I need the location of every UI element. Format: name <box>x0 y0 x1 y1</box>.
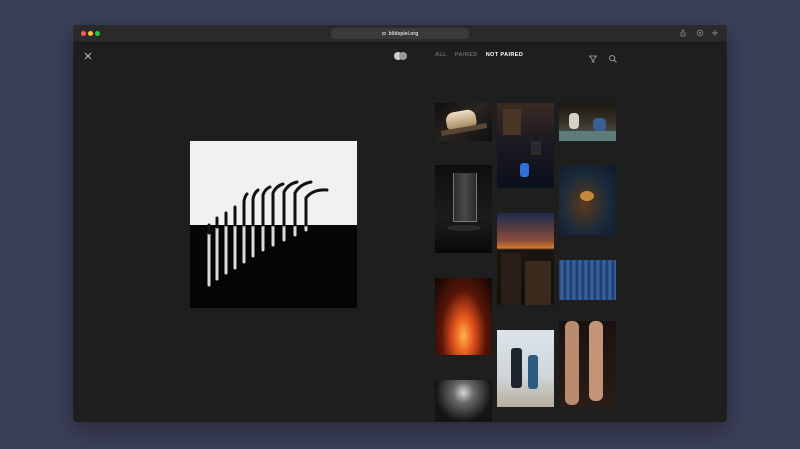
maximize-window-button[interactable] <box>95 31 100 36</box>
minimize-window-button[interactable] <box>88 31 93 36</box>
extensions-icon[interactable] <box>696 29 704 37</box>
app-header: ALL PAIRED NOT PAIRED <box>73 43 727 71</box>
tab-not-paired[interactable]: NOT PAIRED <box>486 52 524 58</box>
thumb-two-people-beach[interactable] <box>497 330 554 407</box>
tab-all[interactable]: ALL <box>435 52 447 58</box>
address-bar-url: bildspiel.org <box>388 30 419 37</box>
filter-icon[interactable] <box>588 51 598 63</box>
thumb-children-reading[interactable] <box>559 103 616 141</box>
browser-window: bildspiel.org ALL PAIRED NOT PAIRED <box>73 25 727 422</box>
thumb-tattooed-legs[interactable] <box>559 321 616 407</box>
thumb-crab-in-water[interactable] <box>559 165 616 235</box>
thumb-fire-sparks[interactable] <box>435 278 492 355</box>
thumb-night-street-blue-figure[interactable] <box>497 103 554 188</box>
tab-paired[interactable]: PAIRED <box>455 52 478 58</box>
selected-photo-matches[interactable] <box>190 141 357 308</box>
thumb-bread-on-board[interactable] <box>435 103 492 141</box>
browser-titlebar: bildspiel.org <box>73 25 727 43</box>
share-icon[interactable] <box>679 29 687 37</box>
search-icon[interactable] <box>608 51 618 63</box>
logo-icon <box>394 52 407 60</box>
close-window-button[interactable] <box>81 31 86 36</box>
close-icon[interactable] <box>83 51 93 61</box>
plus-icon[interactable] <box>711 29 719 37</box>
thumb-light-window[interactable] <box>435 380 492 422</box>
lock-icon <box>381 32 386 35</box>
address-bar[interactable]: bildspiel.org <box>331 28 469 39</box>
thumb-blue-curtain[interactable] <box>559 260 616 300</box>
thumb-sunset-buildings[interactable] <box>497 213 554 305</box>
filter-tabs: ALL PAIRED NOT PAIRED <box>435 52 523 58</box>
thumb-glass-of-water[interactable] <box>435 165 492 253</box>
